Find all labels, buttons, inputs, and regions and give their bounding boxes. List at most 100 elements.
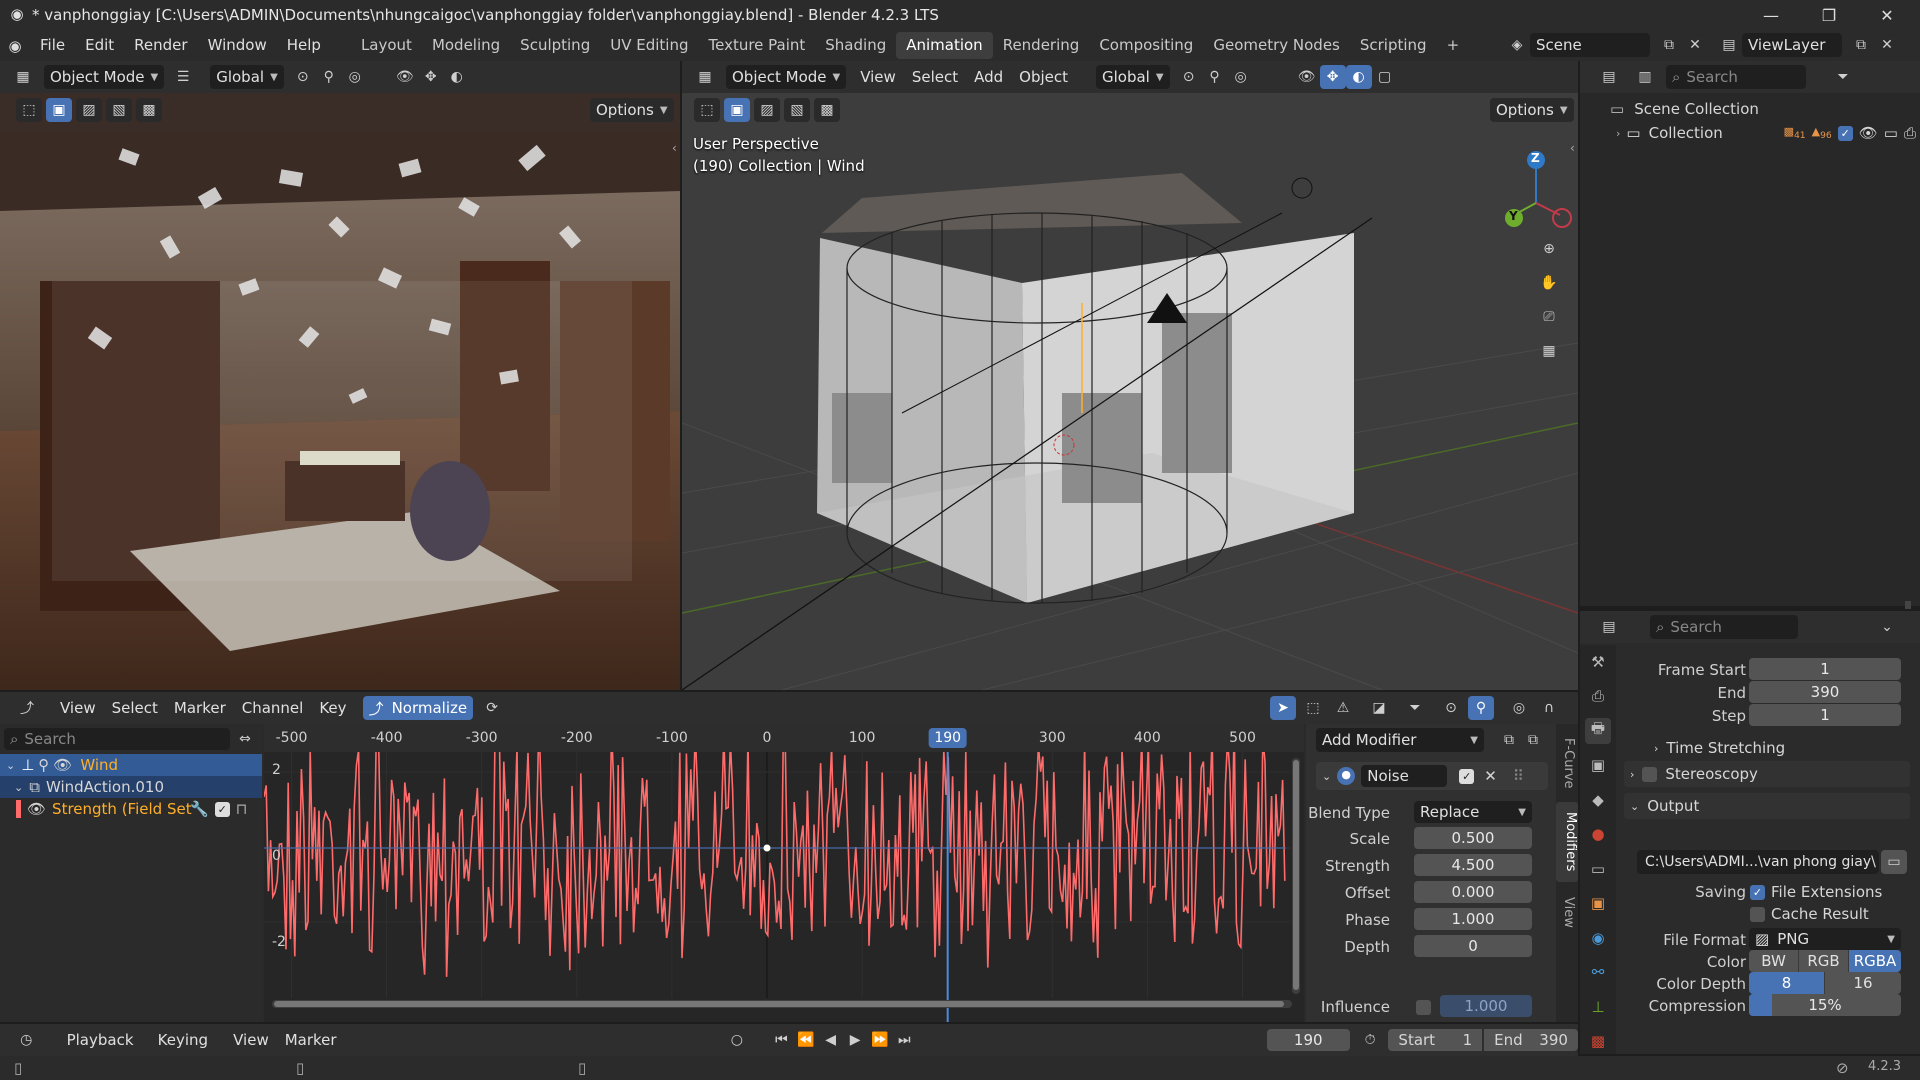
strength-field[interactable]: 4.500 xyxy=(1414,854,1532,876)
color-rgb-option[interactable]: RGB xyxy=(1799,950,1849,972)
close-button[interactable]: ✕ xyxy=(1858,0,1916,30)
display-mode-icon[interactable]: ▥ xyxy=(1632,65,1658,89)
playhead-frame-tag[interactable]: 190 xyxy=(928,728,968,748)
tab-fcurve[interactable]: F-Curve xyxy=(1558,732,1576,794)
color-depth-16-option[interactable]: 16 xyxy=(1825,972,1901,994)
select-extend-icon[interactable]: ▨ xyxy=(76,98,102,122)
view-layer-tab-icon[interactable]: ▣ xyxy=(1585,753,1611,779)
right-viewport[interactable]: ▦ Object Mode ▼ View Select Add Object Gl… xyxy=(682,61,1578,690)
select-intersect-icon[interactable]: ▩ xyxy=(136,98,162,122)
menu-channel[interactable]: Channel xyxy=(234,696,312,720)
scene-selector[interactable]: Scene xyxy=(1530,33,1650,57)
end-frame-field[interactable]: End 390 xyxy=(1484,1029,1578,1051)
object-tab-icon[interactable]: ▣ xyxy=(1585,891,1611,917)
copy-modifiers-icon[interactable]: ⧉ xyxy=(1496,728,1522,752)
camera-view-icon[interactable]: ⎚ xyxy=(1536,305,1562,329)
graph-area[interactable]: -500 -400 -300 -200 -100 0 100 300 400 500 190 2 0… xyxy=(264,724,1304,1022)
eye-icon[interactable]: 👁 xyxy=(53,756,72,774)
cache-result-checkbox[interactable] xyxy=(1750,906,1765,922)
modifier-name-field[interactable]: Noise xyxy=(1361,765,1448,787)
color-depth-8-option[interactable]: 8 xyxy=(1749,972,1825,994)
noise-modifier-header[interactable]: ⌄ ● Noise ✓ ✕ ⠿ xyxy=(1316,762,1548,790)
frame-start-field[interactable]: 1 xyxy=(1749,658,1901,680)
tab-modeling[interactable]: Modeling xyxy=(422,32,510,59)
menu-file[interactable]: File xyxy=(30,30,75,61)
minimize-button[interactable]: — xyxy=(1742,0,1800,30)
menu-select[interactable]: Select xyxy=(104,696,166,720)
tab-sculpting[interactable]: Sculpting xyxy=(510,32,600,59)
view-layer-selector[interactable]: ViewLayer xyxy=(1742,33,1842,57)
collapse-arrow-icon[interactable]: ‹ xyxy=(1570,141,1575,155)
menu-keying[interactable]: Keying ▼ xyxy=(150,1028,225,1072)
modifier-wrench-icon[interactable]: 🔧 xyxy=(190,800,209,818)
jump-prev-key-icon[interactable]: ⏪ xyxy=(794,1028,819,1052)
editor-type-icon[interactable]: ▦ xyxy=(10,65,36,89)
menu-view[interactable]: View xyxy=(225,1028,277,1052)
eye-icon[interactable]: 👁 xyxy=(1859,124,1878,142)
file-extensions-toggle[interactable]: ✓ File Extensions xyxy=(1750,883,1882,901)
options-dropdown[interactable]: Options ▼ xyxy=(590,98,674,122)
filter-icon[interactable]: ⏷ xyxy=(1830,65,1856,89)
editor-type-icon[interactable]: ▦ xyxy=(692,65,718,89)
eye-icon[interactable]: 👁 xyxy=(27,800,46,818)
jump-start-icon[interactable]: ⏮ xyxy=(769,1028,794,1052)
scale-field[interactable]: 0.500 xyxy=(1414,827,1532,849)
color-rgba-option[interactable]: RGBA xyxy=(1849,950,1901,972)
cache-result-toggle[interactable]: Cache Result xyxy=(1750,905,1869,923)
menu-view[interactable]: View xyxy=(52,696,104,720)
output-tab-icon[interactable]: 🖶 xyxy=(1585,718,1611,744)
file-format-dropdown[interactable]: ▨ PNG ▼ xyxy=(1749,928,1901,950)
constraints-tab-icon[interactable]: ⚯ xyxy=(1585,960,1611,986)
file-extensions-checkbox[interactable]: ✓ xyxy=(1750,884,1765,900)
auto-keying-icon[interactable]: ○ xyxy=(725,1028,750,1052)
folder-icon[interactable]: ▭ xyxy=(1881,850,1907,874)
influence-field[interactable]: 1.000 xyxy=(1440,995,1532,1017)
menu-select[interactable]: Select xyxy=(904,65,966,89)
proportional-edit-icon[interactable]: ◎ xyxy=(342,65,368,89)
new-scene-icon[interactable]: ⧉ xyxy=(1656,33,1682,57)
ortho-grid-icon[interactable]: ▦ xyxy=(1536,339,1562,363)
physics-tab-icon[interactable]: ◉ xyxy=(1585,925,1611,951)
scene-tab-icon[interactable]: ◆ xyxy=(1585,787,1611,813)
delete-view-layer-icon[interactable]: ✕ xyxy=(1874,33,1900,57)
options-chevron-icon[interactable]: ⌄ xyxy=(1874,615,1900,639)
errors-icon[interactable]: ⚠ xyxy=(1330,696,1356,720)
refresh-icon[interactable]: ⟳ xyxy=(479,696,505,720)
jump-next-key-icon[interactable]: ⏩ xyxy=(867,1028,892,1052)
pivot-icon[interactable]: ⊙ xyxy=(1438,696,1464,720)
falloff-icon[interactable]: ∩ xyxy=(1536,696,1562,720)
hidden-icon[interactable]: ⬚ xyxy=(1300,696,1326,720)
pivot-icon[interactable]: ⊙ xyxy=(290,65,316,89)
phase-field[interactable]: 1.000 xyxy=(1414,908,1532,930)
mode-dropdown[interactable]: Object Mode ▼ xyxy=(44,65,165,89)
exclude-checkbox[interactable]: ✓ xyxy=(1837,125,1853,141)
orientation-dropdown[interactable]: Global ▼ xyxy=(1096,65,1170,89)
play-icon[interactable]: ▶ xyxy=(843,1028,868,1052)
menu-window[interactable]: Window xyxy=(198,30,277,61)
delete-modifier-icon[interactable]: ✕ xyxy=(1484,767,1497,785)
select-box-icon[interactable]: ▣ xyxy=(46,98,72,122)
paste-modifiers-icon[interactable]: ⧉ xyxy=(1520,728,1546,752)
output-panel-header[interactable]: ⌄ Output xyxy=(1624,793,1910,819)
tab-rendering[interactable]: Rendering xyxy=(993,32,1090,59)
menu-object[interactable]: Object xyxy=(1011,65,1076,89)
stereoscopy-checkbox[interactable] xyxy=(1642,766,1658,782)
compression-slider[interactable]: 15% xyxy=(1749,994,1901,1016)
editor-type-icon[interactable]: ◷ xyxy=(14,1028,39,1052)
left-viewport[interactable]: ▦ Object Mode ▼ ☰ Global ▼ ⊙ ⚲ ◎ 👁 ✥ ◐ ⬚ ▣… xyxy=(0,61,680,690)
gizmo-icon[interactable]: ✥ xyxy=(1319,65,1346,89)
color-bw-option[interactable]: BW xyxy=(1749,950,1799,972)
fcurve-plot[interactable] xyxy=(264,752,1304,1022)
tab-geometry-nodes[interactable]: Geometry Nodes xyxy=(1203,32,1350,59)
data-tab-icon[interactable]: ⊥ xyxy=(1585,994,1611,1020)
proportional-edit-icon[interactable]: ◎ xyxy=(1228,65,1254,89)
menu-marker[interactable]: Marker xyxy=(277,1028,345,1052)
select-tool-icon[interactable]: ⬚ xyxy=(16,98,42,122)
output-path-field[interactable]: C:\Users\ADMI...\van phong giay\ xyxy=(1637,850,1879,874)
hamburger-icon[interactable]: ☰ xyxy=(170,65,196,89)
channel-action[interactable]: ⌄ ⧉ WindAction.010 xyxy=(0,776,262,798)
tab-animation[interactable]: Animation xyxy=(896,32,993,59)
zoom-icon[interactable]: ⊕ xyxy=(1536,237,1562,261)
lock-icon[interactable]: ⊓ xyxy=(236,800,248,818)
time-stretching-panel[interactable]: › Time Stretching xyxy=(1654,739,1785,757)
